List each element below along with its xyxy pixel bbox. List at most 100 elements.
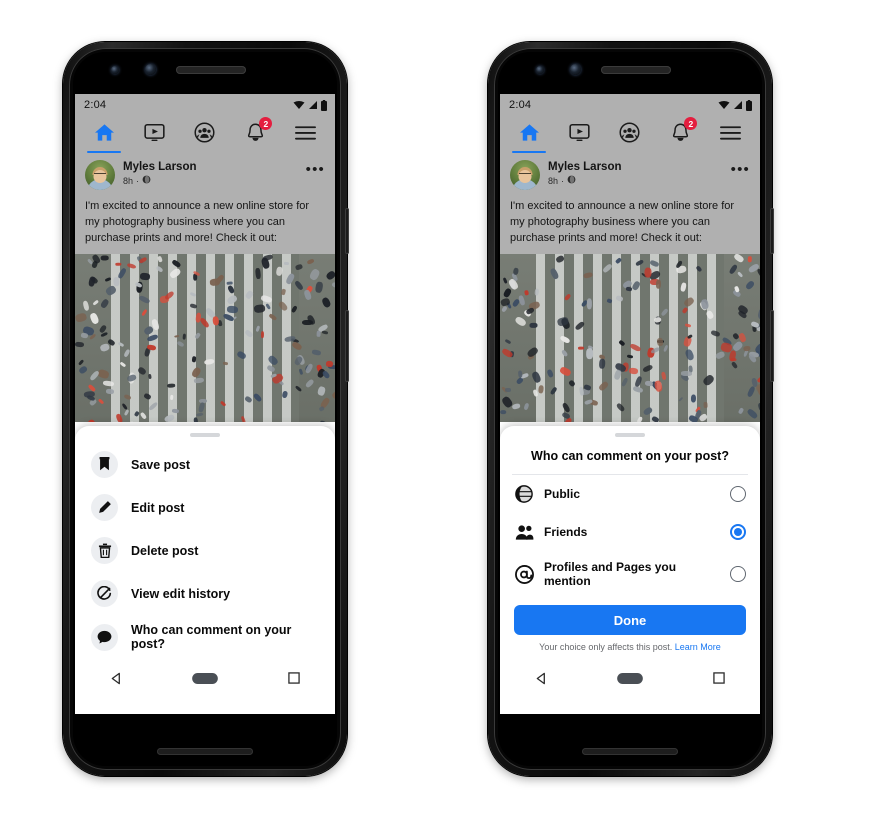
post-more-options-button[interactable]: ••• [306, 160, 325, 177]
avatar[interactable] [510, 160, 540, 190]
dialog-title: Who can comment on your post? [531, 449, 729, 463]
nav-tab-groups[interactable] [611, 118, 649, 152]
screenshot-canvas: 2:04 2 Myles Larson 8h · ••• I'm excited… [0, 0, 890, 816]
post-timestamp: 8h [123, 176, 134, 186]
menu-item-label: Edit post [131, 500, 185, 515]
option-public[interactable]: Public [500, 475, 760, 513]
front-camera-secondary-icon [145, 64, 156, 75]
earpiece-speaker [176, 66, 246, 74]
menu-item-label: Who can comment on your post? [131, 623, 292, 651]
power-button[interactable] [345, 208, 349, 254]
android-navigation-bar [75, 661, 335, 695]
menu-item-delete-post[interactable]: Delete post [75, 529, 335, 572]
wifi-icon [718, 100, 730, 110]
home-icon [94, 123, 115, 147]
comment-icon [91, 623, 118, 651]
front-camera-secondary-icon [570, 64, 581, 75]
menu-item-label: Delete post [131, 543, 199, 558]
notification-badge: 2 [259, 117, 273, 130]
globe-icon [514, 484, 534, 504]
status-bar-clock: 2:04 [84, 99, 107, 111]
menu-item-save-post[interactable]: Save post [75, 443, 335, 486]
post-header: Myles Larson 8h · ••• [85, 160, 325, 190]
post-timestamp: 8h [548, 176, 559, 186]
option-label: Friends [544, 525, 588, 539]
volume-button[interactable] [770, 310, 774, 382]
avatar-glasses [94, 173, 106, 177]
nav-tab-video[interactable] [136, 118, 174, 152]
home-pill-icon[interactable] [192, 672, 219, 684]
nav-tab-home[interactable] [85, 118, 123, 153]
android-navigation-bar [500, 661, 760, 695]
nav-tab-home[interactable] [510, 118, 548, 153]
back-triangle-icon[interactable] [110, 672, 123, 685]
home-icon [519, 123, 540, 147]
post-image-crosswalk-stripes [111, 254, 299, 422]
radio-friends[interactable] [730, 524, 746, 540]
meta-separator: · [561, 176, 565, 186]
post-card: Myles Larson 8h · ••• I'm excited to ann… [500, 154, 760, 254]
facebook-top-nav: 2 [500, 116, 760, 154]
post-card: Myles Larson 8h · ••• I'm excited to ann… [75, 154, 335, 254]
avatar[interactable] [85, 160, 115, 190]
nav-tab-notifications[interactable]: 2 [661, 117, 699, 152]
phone-left-screen: 2:04 2 Myles Larson 8h · ••• I'm excited… [75, 94, 335, 714]
radio-public[interactable] [730, 486, 746, 502]
history-icon [91, 580, 118, 607]
bottom-sheet-post-options: Save post Edit post Delete post View edi… [75, 426, 335, 714]
phone-right: 2:04 2 Myles Larson 8h · ••• I'm excited… [488, 42, 774, 776]
option-label: Profiles and Pages you mention [544, 560, 677, 588]
post-header: Myles Larson 8h · ••• [510, 160, 750, 190]
recents-square-icon[interactable] [713, 672, 725, 684]
nav-tab-groups[interactable] [186, 118, 224, 152]
post-image[interactable] [75, 254, 335, 422]
bottom-speaker-grille [157, 748, 253, 755]
radio-profiles-and-pages[interactable] [730, 566, 746, 582]
option-friends[interactable]: Friends [500, 513, 760, 551]
menu-item-label: Save post [131, 457, 191, 472]
at-mention-icon [514, 564, 534, 584]
menu-item-view-edit-history[interactable]: View edit history [75, 572, 335, 615]
pencil-icon [91, 494, 118, 521]
battery-icon [321, 99, 327, 111]
facebook-top-nav: 2 [75, 116, 335, 154]
phone-right-top-hardware [488, 58, 772, 84]
post-author-name[interactable]: Myles Larson [548, 160, 622, 174]
home-pill-icon[interactable] [617, 672, 644, 684]
phone-left-top-hardware [63, 58, 347, 84]
hamburger-menu-icon [295, 125, 317, 146]
post-author-name[interactable]: Myles Larson [123, 160, 197, 174]
option-profiles-and-pages[interactable]: Profiles and Pages you mention [500, 551, 760, 597]
post-body-text: I'm excited to announce a new online sto… [510, 200, 735, 244]
signal-icon [733, 100, 743, 110]
bookmark-icon [91, 451, 118, 478]
power-button[interactable] [770, 208, 774, 254]
status-bar-icons [718, 99, 752, 111]
friends-icon [514, 522, 534, 542]
front-camera-icon [536, 66, 544, 74]
trash-icon [91, 537, 118, 564]
status-bar-clock: 2:04 [509, 99, 532, 111]
menu-item-who-can-comment[interactable]: Who can comment on your post? [75, 615, 335, 659]
menu-item-label: View edit history [131, 586, 231, 601]
nav-tab-menu[interactable] [712, 118, 750, 152]
back-triangle-icon[interactable] [535, 672, 548, 685]
post-image[interactable] [500, 254, 760, 422]
menu-item-edit-post[interactable]: Edit post [75, 486, 335, 529]
learn-more-link[interactable]: Learn More [675, 642, 721, 652]
recents-square-icon[interactable] [288, 672, 300, 684]
post-meta: 8h · [123, 175, 197, 187]
volume-button[interactable] [345, 310, 349, 382]
meta-separator: · [136, 176, 140, 186]
post-meta: 8h · [548, 175, 622, 187]
notification-badge: 2 [684, 117, 698, 130]
done-button[interactable]: Done [514, 605, 746, 635]
status-bar: 2:04 [75, 94, 335, 116]
post-more-options-button[interactable]: ••• [731, 160, 750, 177]
nav-tab-menu[interactable] [287, 118, 325, 152]
nav-tab-video[interactable] [561, 118, 599, 152]
phone-left: 2:04 2 Myles Larson 8h · ••• I'm excited… [63, 42, 349, 776]
avatar-glasses [519, 173, 531, 177]
nav-tab-notifications[interactable]: 2 [236, 117, 274, 152]
earpiece-speaker [601, 66, 671, 74]
